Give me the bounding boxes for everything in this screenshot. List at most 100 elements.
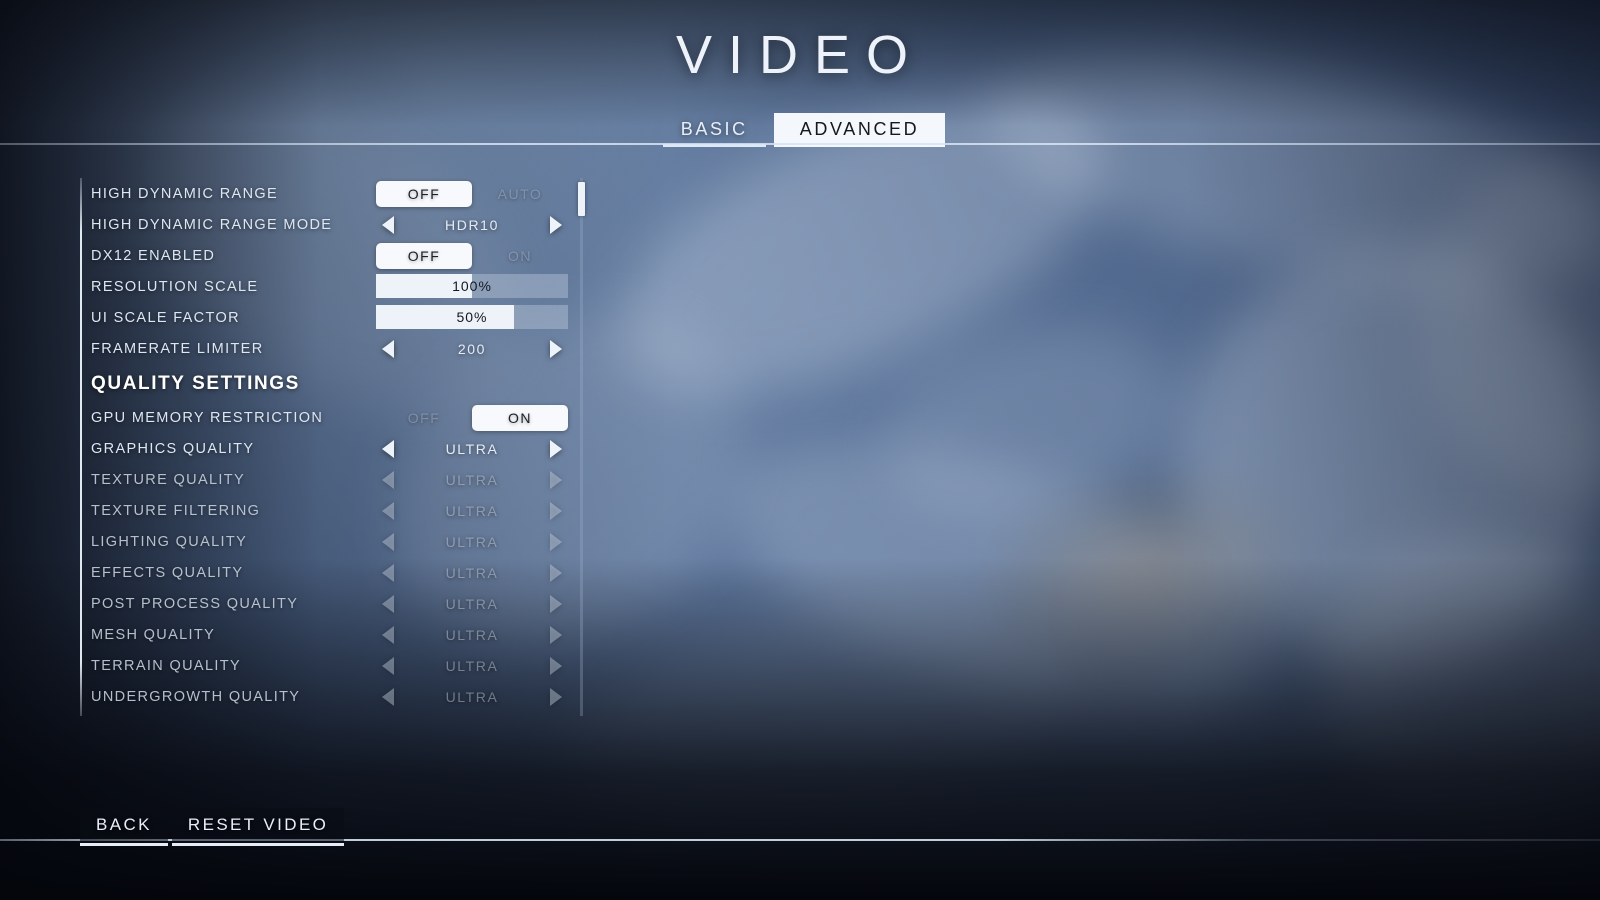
chevron-right-icon[interactable] (550, 625, 562, 644)
setting-row-mesh-quality: MESH QUALITY ULTRA (80, 619, 586, 650)
setting-row-terrain-quality: TERRAIN QUALITY ULTRA (80, 650, 586, 681)
setting-control: ULTRA (376, 560, 568, 586)
slider-value: 50% (456, 308, 488, 325)
spinner-value: ULTRA (445, 626, 499, 643)
toggle-dx12-enabled[interactable]: OFF ON (376, 242, 568, 269)
setting-label: MESH QUALITY (91, 626, 216, 643)
setting-row-ui-scale-factor: UI SCALE FACTOR 50% (80, 302, 586, 333)
setting-label: GRAPHICS QUALITY (91, 440, 255, 457)
spinner-value: ULTRA (445, 440, 499, 457)
setting-control: ULTRA (376, 498, 568, 524)
setting-label: RESOLUTION SCALE (91, 278, 259, 295)
setting-control: ULTRA (376, 684, 568, 710)
setting-label: LIGHTING QUALITY (91, 533, 248, 550)
chevron-right-icon[interactable] (550, 439, 562, 458)
setting-label: HIGH DYNAMIC RANGE (91, 185, 279, 202)
spinner-value: ULTRA (445, 502, 499, 519)
setting-row-texture-quality: TEXTURE QUALITY ULTRA (80, 464, 586, 495)
spinner-texture-filtering[interactable]: ULTRA (376, 498, 568, 524)
setting-label: TEXTURE QUALITY (91, 471, 245, 488)
spinner-mesh-quality[interactable]: ULTRA (376, 622, 568, 648)
spinner-value: ULTRA (445, 471, 499, 488)
toggle-option-on[interactable]: ON (472, 243, 568, 269)
setting-label: GPU MEMORY RESTRICTION (91, 409, 324, 426)
spinner-undergrowth-quality[interactable]: ULTRA (376, 684, 568, 710)
toggle-option-off[interactable]: OFF (376, 180, 472, 207)
setting-row-dx12-enabled: DX12 ENABLED OFF ON (80, 240, 586, 271)
setting-label: TERRAIN QUALITY (91, 657, 241, 674)
chevron-right-icon[interactable] (550, 501, 562, 520)
tab-basic[interactable]: BASIC (655, 113, 774, 147)
setting-row-post-process-quality: POST PROCESS QUALITY ULTRA (80, 588, 586, 619)
slider-resolution-scale[interactable]: 100% (376, 273, 568, 298)
header-divider (0, 143, 1600, 145)
chevron-right-icon[interactable] (550, 215, 562, 234)
toggle-gpu-memory-restriction[interactable]: OFF ON (376, 404, 568, 431)
setting-label: EFFECTS QUALITY (91, 564, 244, 581)
chevron-right-icon[interactable] (550, 687, 562, 706)
setting-row-effects-quality: EFFECTS QUALITY ULTRA (80, 557, 586, 588)
scrollbar-thumb[interactable] (578, 181, 585, 216)
chevron-right-icon[interactable] (550, 339, 562, 358)
setting-row-framerate-limiter: FRAMERATE LIMITER 200 (80, 333, 586, 364)
spinner-texture-quality[interactable]: ULTRA (376, 467, 568, 493)
chevron-right-icon[interactable] (550, 563, 562, 582)
chevron-right-icon[interactable] (550, 594, 562, 613)
scrollbar-track[interactable] (580, 178, 583, 716)
chevron-right-icon[interactable] (550, 656, 562, 675)
spinner-effects-quality[interactable]: ULTRA (376, 560, 568, 586)
setting-row-high-dynamic-range: HIGH DYNAMIC RANGE OFF AUTO (80, 178, 586, 209)
settings-row-list: HIGH DYNAMIC RANGE OFF AUTO HIGH DYNAMIC RA… (80, 178, 586, 712)
setting-label: UNDERGROWTH QUALITY (91, 688, 301, 705)
tab-advanced[interactable]: ADVANCED (773, 113, 946, 147)
section-heading-quality-settings: QUALITY SETTINGS (80, 364, 586, 402)
toggle-option-on[interactable]: ON (472, 404, 568, 431)
setting-control: 50% (376, 304, 568, 331)
bottom-button-bar: BACK RESET VIDEO (80, 808, 345, 846)
page-title: VIDEO (675, 25, 925, 85)
setting-control: OFF AUTO (376, 180, 568, 207)
setting-row-gpu-memory-restriction: GPU MEMORY RESTRICTION OFF ON (80, 402, 586, 433)
slider-value: 100% (452, 277, 492, 294)
setting-label: POST PROCESS QUALITY (91, 595, 299, 612)
spinner-lighting-quality[interactable]: ULTRA (376, 529, 568, 555)
chevron-right-icon[interactable] (550, 470, 562, 489)
spinner-value: 200 (457, 340, 487, 357)
spinner-framerate-limiter[interactable]: 200 (376, 336, 568, 362)
slider-ui-scale-factor[interactable]: 50% (376, 304, 568, 329)
setting-label: HIGH DYNAMIC RANGE MODE (91, 216, 333, 233)
spinner-value: ULTRA (445, 564, 499, 581)
toggle-option-auto[interactable]: AUTO (472, 181, 568, 207)
spinner-high-dynamic-range-mode[interactable]: HDR10 (376, 212, 568, 238)
setting-row-texture-filtering: TEXTURE FILTERING ULTRA (80, 495, 586, 526)
setting-control: ULTRA (376, 529, 568, 555)
spinner-post-process-quality[interactable]: ULTRA (376, 591, 568, 617)
spinner-value: ULTRA (445, 657, 499, 674)
setting-control: OFF ON (376, 404, 568, 431)
setting-row-graphics-quality: GRAPHICS QUALITY ULTRA (80, 433, 586, 464)
spinner-terrain-quality[interactable]: ULTRA (376, 653, 568, 679)
toggle-option-off[interactable]: OFF (376, 405, 472, 431)
reset-video-button[interactable]: RESET VIDEO (171, 808, 345, 846)
tab-bar: BASIC ADVANCED (0, 113, 1600, 147)
toggle-option-off[interactable]: OFF (376, 242, 472, 269)
setting-control: ULTRA (376, 436, 568, 462)
spinner-graphics-quality[interactable]: ULTRA (376, 436, 568, 462)
setting-row-high-dynamic-range-mode: HIGH DYNAMIC RANGE MODE HDR10 (80, 209, 586, 240)
spinner-value: ULTRA (445, 595, 499, 612)
spinner-value: HDR10 (445, 216, 499, 233)
chevron-right-icon[interactable] (550, 532, 562, 551)
setting-label: FRAMERATE LIMITER (91, 340, 264, 357)
section-heading-label: QUALITY SETTINGS (91, 372, 300, 394)
settings-scrollbar[interactable] (578, 178, 585, 716)
toggle-high-dynamic-range[interactable]: OFF AUTO (376, 180, 568, 207)
spinner-value: ULTRA (445, 688, 499, 705)
setting-row-resolution-scale: RESOLUTION SCALE 100% (80, 271, 586, 302)
setting-control: 100% (376, 273, 568, 300)
setting-control: ULTRA (376, 591, 568, 617)
setting-control: HDR10 (376, 212, 568, 238)
back-button[interactable]: BACK (80, 808, 168, 846)
spinner-value: ULTRA (445, 533, 499, 550)
setting-row-undergrowth-quality: UNDERGROWTH QUALITY ULTRA (80, 681, 586, 712)
setting-row-lighting-quality: LIGHTING QUALITY ULTRA (80, 526, 586, 557)
